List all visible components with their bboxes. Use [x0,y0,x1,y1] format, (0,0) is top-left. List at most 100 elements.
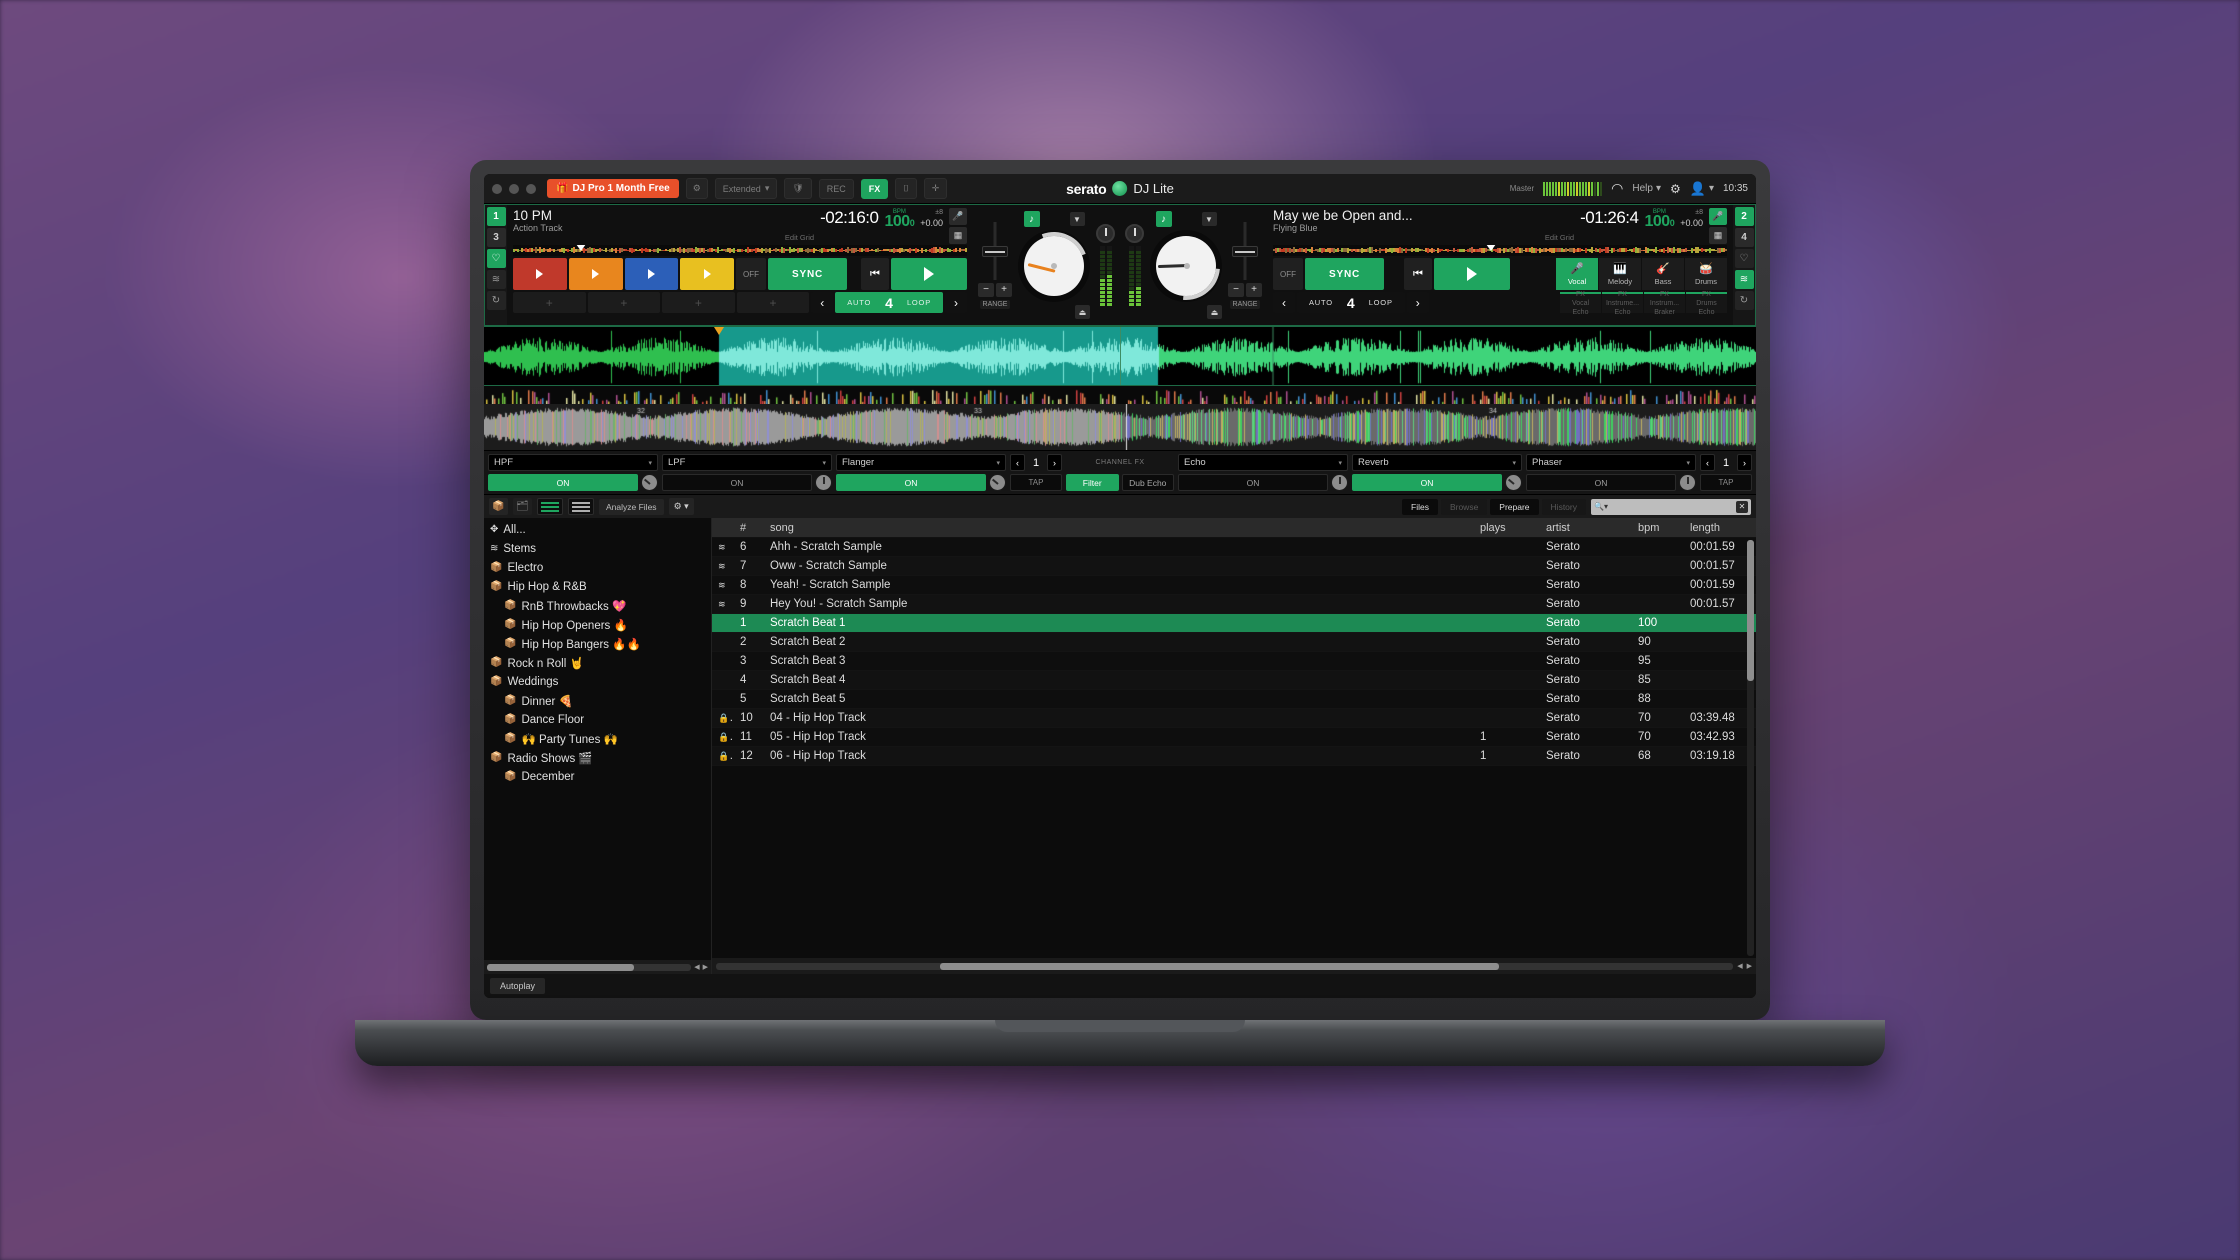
tab-files[interactable]: Files [1402,499,1438,515]
fx-slot-2-on-button[interactable]: ON [662,474,812,491]
col-song-header[interactable]: song [764,522,1474,534]
deck-right-platter[interactable] [1150,230,1222,302]
deck-left-sync-button[interactable]: SYNC [768,258,847,290]
table-row[interactable]: 1Scratch Beat 1Serato100 [712,614,1756,633]
pitch-range-minus-button[interactable]: − [978,283,994,297]
deck-right-gain-knob[interactable] [1125,224,1144,243]
col-plays-header[interactable]: plays [1474,522,1540,534]
fx-slot-5-knob[interactable] [1505,474,1522,491]
table-row[interactable]: ≋6Ahh - Scratch SampleSerato00:01.59 [712,538,1756,557]
table-row[interactable]: 🔒1004 - Hip Hop TrackSerato7003:39.48 [712,709,1756,728]
fx-right-tap-button[interactable]: TAP [1700,474,1752,491]
track-vscrollbar[interactable] [1747,540,1754,956]
deck-left-overview-waveform[interactable] [513,245,967,256]
deck-left-platter[interactable] [1018,230,1090,302]
table-row[interactable]: ≋8Yeah! - Scratch SampleSerato00:01.59 [712,576,1756,595]
deck-left-auto-loop[interactable]: AUTO 4 LOOP [835,292,943,313]
deck-right-loop-mode-icon[interactable]: ↻ [1735,291,1754,310]
cue-pad-3[interactable] [625,258,679,290]
fx-left-prev-button[interactable]: ‹ [1010,454,1025,471]
stem-fx-melody[interactable]: FX Instrume... Echo [1602,292,1643,313]
pitch-range-plus-button[interactable]: + [996,283,1012,297]
cue-pad-2[interactable] [569,258,623,290]
analyze-files-button[interactable]: Analyze Files [599,499,664,515]
deck-left-number[interactable]: 1 [487,207,506,226]
tab-browse[interactable]: Browse [1441,499,1487,515]
crate-item[interactable]: 📦Radio Shows 🎬 [484,748,711,767]
fx-slot-3-on-button[interactable]: ON [836,474,986,491]
fx-right-prev-button[interactable]: ‹ [1700,454,1715,471]
col-artist-header[interactable]: artist [1540,522,1632,534]
channel-fx-filter-button[interactable]: Filter [1066,474,1119,491]
fx-right-next-button[interactable]: › [1737,454,1752,471]
fx-slot-5-select[interactable]: Reverb ▾ [1352,454,1522,471]
crate-item[interactable]: 📦🙌 Party Tunes 🙌 [484,729,711,748]
deck-left-key-lock-icon[interactable]: ♪ [1024,211,1040,227]
stem-fx-bass[interactable]: FX Instrum... Braker [1644,292,1685,313]
scroll-right-icon[interactable]: ▶ [1747,962,1752,970]
stem-fx-vocal[interactable]: FX Vocal Echo [1560,292,1601,313]
stem-button-vocal[interactable]: 🎤 Vocal [1556,258,1598,290]
fx-left-tap-button[interactable]: TAP [1010,474,1062,491]
settings-gear-button[interactable]: ⚙ [686,178,708,199]
tab-prepare[interactable]: Prepare [1490,499,1538,515]
cue-pad-7[interactable]: + [662,292,735,313]
fx-slot-1-select[interactable]: HPF ▾ [488,454,658,471]
fx-slot-3-select[interactable]: Flanger ▾ [836,454,1006,471]
deck-right-off-button[interactable]: OFF [1273,258,1303,290]
deck-right-loop-double-button[interactable]: › [1407,292,1429,313]
fx-slot-1-on-button[interactable]: ON [488,474,638,491]
crate-item[interactable]: ✥All... [484,520,711,539]
scroll-right-icon[interactable]: ▶ [703,963,708,971]
cue-pad-8[interactable]: + [737,292,810,313]
window-controls[interactable] [492,184,536,194]
crate-item[interactable]: 📦Weddings [484,672,711,691]
crate-item[interactable]: 📦Dance Floor [484,710,711,729]
account-menu[interactable]: 👤 ▾ [1690,181,1714,197]
crate-item[interactable]: 📦December [484,767,711,786]
cue-pad-4[interactable] [680,258,734,290]
deck-right-number[interactable]: 2 [1735,207,1754,226]
deck-left-edit-grid-label[interactable]: Edit Grid [785,233,814,244]
table-row[interactable]: 🔒1206 - Hip Hop Track1Serato6803:19.18 [712,747,1756,766]
deck-right-sync-button[interactable]: SYNC [1305,258,1384,290]
deck-left-key-icon[interactable]: 🎤 [949,208,967,225]
fx-slot-6-select[interactable]: Phaser ▾ [1526,454,1696,471]
deck-right-stems-icon[interactable]: ≋ [1735,270,1754,289]
deck-left-play-button[interactable] [891,258,967,290]
table-row[interactable]: 4Scratch Beat 4Serato85 [712,671,1756,690]
crate-item[interactable]: 📦Hip Hop Openers 🔥 [484,615,711,634]
help-menu[interactable]: Help ▾ [1632,183,1661,194]
cue-pad-5[interactable]: + [513,292,586,313]
col-bpm-header[interactable]: bpm [1632,522,1684,534]
deck-right-auto-loop[interactable]: AUTO 4 LOOP [1297,292,1405,313]
deck-left-pitch-fader[interactable] [982,222,1008,280]
track-hscrollbar[interactable] [716,963,1733,970]
deck-right-slip-icon[interactable]: ▼ [1202,212,1217,226]
stem-fx-drums[interactable]: FX Drums Echo [1686,292,1727,313]
deck-left-loop-mode-icon[interactable]: ↻ [487,291,506,310]
deck-left-cue-mode-icon[interactable]: ♡ [487,249,506,268]
rec-button[interactable]: REC [819,179,854,199]
view-album-button[interactable] [568,498,594,515]
navigation-waveform[interactable] [484,404,1756,450]
deck-left-gain-knob[interactable] [1096,224,1115,243]
shield-button[interactable]: 🛡 [784,178,811,199]
deck-left-off-button[interactable]: OFF [736,258,766,290]
table-row[interactable]: ≋7Oww - Scratch SampleSerato00:01.57 [712,557,1756,576]
tab-history[interactable]: History [1542,499,1586,515]
deck-right-cue-mode-icon[interactable]: ♡ [1735,249,1754,268]
deck-left-eject-icon[interactable]: ⏏ [1075,305,1090,319]
deck-left-layer[interactable]: 3 [487,228,506,247]
fx-slot-4-on-button[interactable]: ON [1178,474,1328,491]
crate-item[interactable]: 📦Electro [484,558,711,577]
mixer-toggle-button[interactable]: ✛ [924,178,948,199]
col-length-header[interactable]: length [1684,522,1756,534]
crate-item[interactable]: 📦RnB Throwbacks 💖 [484,596,711,615]
crate-item[interactable]: 📦Hip Hop & R&B [484,577,711,596]
scroll-left-icon[interactable]: ◀ [1737,962,1742,970]
deck-right-edit-grid-label[interactable]: Edit Grid [1545,233,1574,244]
deck-left-slip-icon[interactable]: ▼ [1070,212,1085,226]
close-icon[interactable] [492,184,502,194]
pitch-range-minus-button[interactable]: − [1228,283,1244,297]
